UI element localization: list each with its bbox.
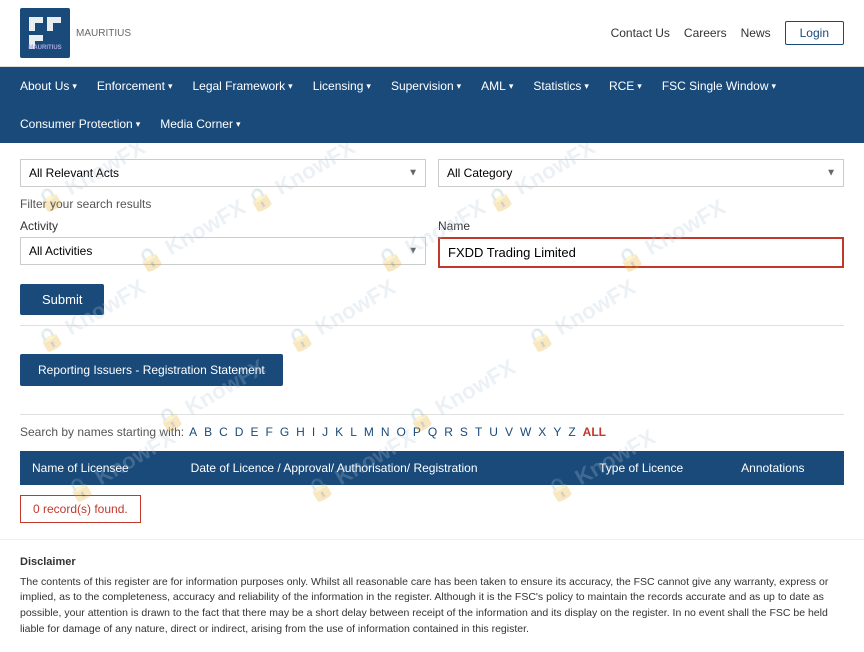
login-button[interactable]: Login [785, 21, 844, 45]
alpha-w[interactable]: W [518, 425, 533, 439]
chevron-down-icon: ▾ [637, 81, 642, 92]
chevron-down-icon: ▾ [72, 81, 77, 92]
nav-item-media-corner[interactable]: Media Corner ▾ [150, 105, 250, 143]
section-divider-2 [20, 414, 844, 415]
table-header: Name of Licensee Date of Licence / Appro… [20, 451, 844, 485]
disclaimer-title: Disclaimer [20, 554, 844, 571]
news-link[interactable]: News [741, 26, 771, 40]
name-label: Name [438, 219, 844, 233]
registration-statement-button[interactable]: Reporting Issuers - Registration Stateme… [20, 354, 283, 386]
col-annotations: Annotations [729, 451, 844, 485]
nav-item-consumer-protection[interactable]: Consumer Protection ▾ [10, 105, 150, 143]
alpha-a[interactable]: A [187, 425, 199, 439]
alpha-m[interactable]: M [362, 425, 376, 439]
alpha-y[interactable]: Y [551, 425, 563, 439]
activity-col: Activity All Activities ▼ [20, 219, 426, 268]
section-divider-1 [20, 325, 844, 326]
contact-link[interactable]: Contact Us [611, 26, 670, 40]
alpha-c[interactable]: C [217, 425, 230, 439]
nav-item-rce[interactable]: RCE ▾ [599, 67, 652, 105]
chevron-down-icon: ▾ [236, 119, 241, 130]
chevron-down-icon: ▾ [772, 81, 777, 92]
alpha-i[interactable]: I [310, 425, 317, 439]
nav-item-licensing[interactable]: Licensing ▾ [303, 67, 381, 105]
activity-label: Activity [20, 219, 426, 233]
alpha-h[interactable]: H [294, 425, 307, 439]
filter-label: Filter your search results [20, 197, 844, 211]
search-names-label: Search by names starting with: [20, 425, 184, 439]
no-records-message: 0 record(s) found. [20, 495, 141, 523]
alpha-x[interactable]: X [536, 425, 548, 439]
chevron-down-icon: ▾ [457, 81, 462, 92]
submit-button[interactable]: Submit [20, 284, 104, 315]
alpha-v[interactable]: V [503, 425, 515, 439]
logo-subtext: MAURITIUS [76, 28, 131, 39]
nav-item-fsc-single-window[interactable]: FSC Single Window ▾ [652, 67, 786, 105]
disclaimer-text: The contents of this register are for in… [20, 575, 844, 638]
nav-item-about-us[interactable]: About Us ▾ [10, 67, 87, 105]
activity-name-row: Activity All Activities ▼ Name [20, 219, 844, 268]
alpha-n[interactable]: N [379, 425, 392, 439]
alpha-all[interactable]: ALL [581, 425, 608, 439]
fsc-logo: MAURITIUS [20, 8, 70, 58]
nav-item-statistics[interactable]: Statistics ▾ [523, 67, 599, 105]
alpha-k[interactable]: K [333, 425, 345, 439]
alpha-z[interactable]: Z [566, 425, 577, 439]
chevron-down-icon: ▾ [584, 81, 589, 92]
disclaimer: Disclaimer The contents of this register… [0, 539, 864, 652]
alpha-e[interactable]: E [248, 425, 260, 439]
alpha-r[interactable]: R [442, 425, 455, 439]
nav-item-legal-framework[interactable]: Legal Framework ▾ [182, 67, 302, 105]
relevant-acts-select-wrap: All Relevant Acts ▼ [20, 159, 426, 187]
activity-select[interactable]: All Activities [20, 237, 426, 265]
nav-item-supervision[interactable]: Supervision ▾ [381, 67, 471, 105]
chevron-down-icon: ▾ [136, 119, 141, 130]
alphabet-search: Search by names starting with: A B C D E… [20, 425, 844, 439]
alpha-l[interactable]: L [348, 425, 359, 439]
alpha-f[interactable]: F [263, 425, 274, 439]
results-table: Name of Licensee Date of Licence / Appro… [20, 451, 844, 485]
activity-select-wrap: All Activities ▼ [20, 237, 426, 265]
top-links: Contact Us Careers News Login [611, 21, 844, 45]
logo-area: MAURITIUS MAURITIUS [20, 8, 131, 58]
main-content: 🔒 KnowFX 🔒 KnowFX 🔒 KnowFX 🔒 KnowFX 🔒 Kn… [0, 143, 864, 539]
alpha-d[interactable]: D [233, 425, 246, 439]
alpha-b[interactable]: B [202, 425, 214, 439]
alpha-t[interactable]: T [473, 425, 484, 439]
alpha-o[interactable]: O [395, 425, 408, 439]
alpha-s[interactable]: S [458, 425, 470, 439]
col-name-of-licensee: Name of Licensee [20, 451, 179, 485]
chevron-down-icon: ▾ [366, 81, 371, 92]
name-input[interactable] [440, 239, 842, 266]
category-select-wrap: All Category ▼ [438, 159, 844, 187]
alpha-j[interactable]: J [320, 425, 330, 439]
relevant-acts-select[interactable]: All Relevant Acts [20, 159, 426, 187]
name-input-border [438, 237, 844, 268]
category-select[interactable]: All Category [438, 159, 844, 187]
alpha-u[interactable]: U [487, 425, 500, 439]
chevron-down-icon: ▾ [288, 81, 293, 92]
top-bar: MAURITIUS MAURITIUS Contact Us Careers N… [0, 0, 864, 67]
name-col: Name [438, 219, 844, 268]
careers-link[interactable]: Careers [684, 26, 727, 40]
alpha-g[interactable]: G [278, 425, 291, 439]
nav-bar: About Us ▾ Enforcement ▾ Legal Framework… [0, 67, 864, 143]
nav-item-aml[interactable]: AML ▾ [471, 67, 523, 105]
filter-row-1: All Relevant Acts ▼ All Category ▼ [20, 159, 844, 187]
svg-text:MAURITIUS: MAURITIUS [28, 45, 61, 51]
chevron-down-icon: ▾ [509, 81, 514, 92]
chevron-down-icon: ▾ [168, 81, 173, 92]
col-date-of-licence: Date of Licence / Approval/ Authorisatio… [179, 451, 587, 485]
col-type-of-licence: Type of Licence [587, 451, 729, 485]
nav-item-enforcement[interactable]: Enforcement ▾ [87, 67, 183, 105]
alpha-q[interactable]: Q [426, 425, 439, 439]
alpha-p[interactable]: P [411, 425, 423, 439]
